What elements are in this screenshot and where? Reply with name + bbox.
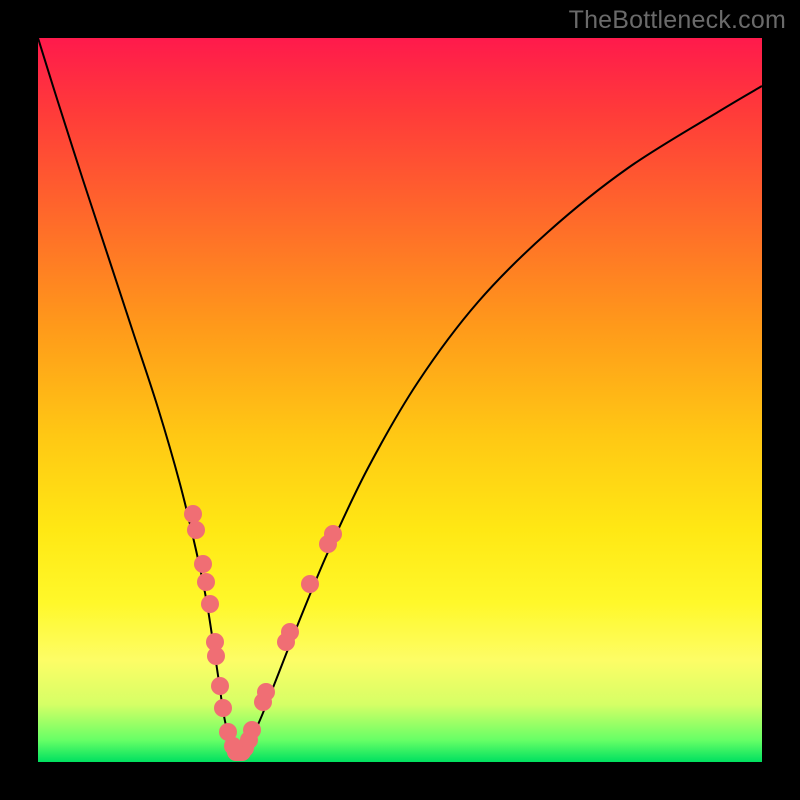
data-marker (197, 573, 215, 591)
data-marker (257, 683, 275, 701)
data-marker (201, 595, 219, 613)
plot-gradient-background (38, 38, 762, 762)
data-marker (194, 555, 212, 573)
data-marker (187, 521, 205, 539)
data-marker (211, 677, 229, 695)
data-marker (324, 525, 342, 543)
data-marker (301, 575, 319, 593)
data-marker (184, 505, 202, 523)
data-marker (281, 623, 299, 641)
data-marker (214, 699, 232, 717)
data-marker (207, 647, 225, 665)
v-curve (38, 38, 762, 752)
marker-group (184, 505, 342, 761)
data-marker (243, 721, 261, 739)
chart-svg (38, 38, 762, 762)
chart-frame: TheBottleneck.com (0, 0, 800, 800)
watermark-text: TheBottleneck.com (569, 6, 786, 35)
